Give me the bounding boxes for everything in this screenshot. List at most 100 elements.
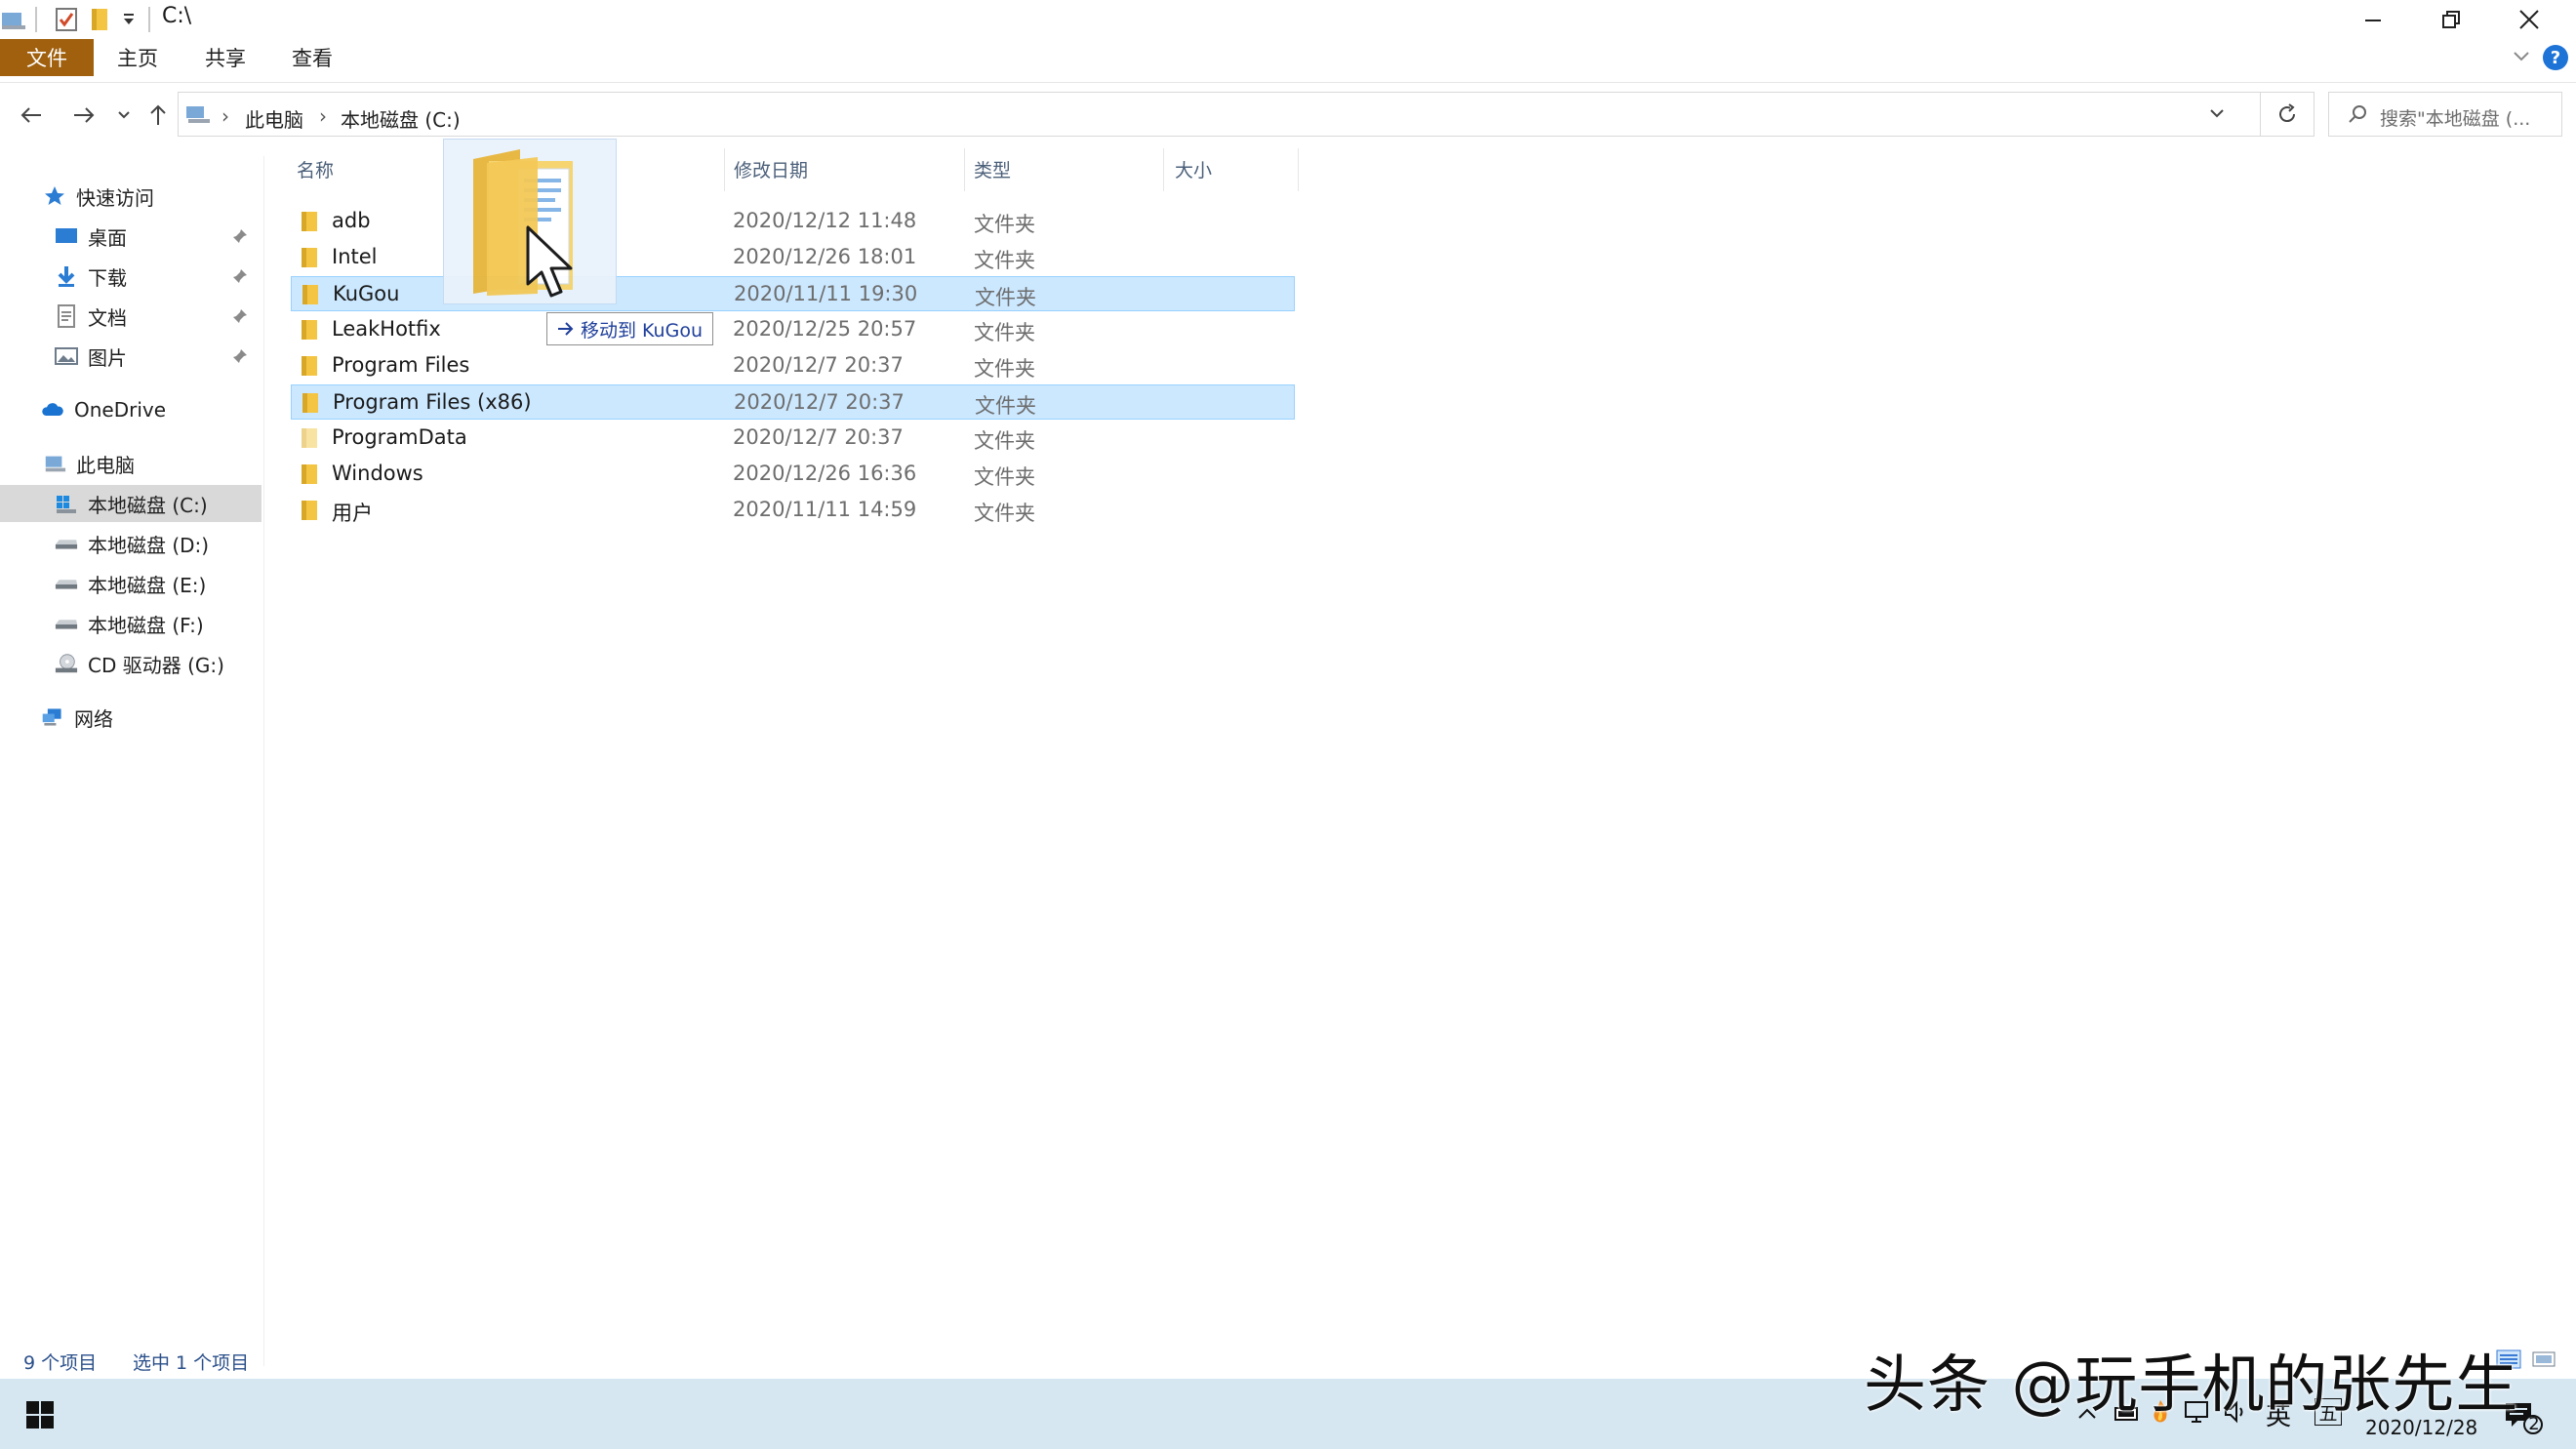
file-row[interactable]: 用户 2020/11/11 14:59 文件夹 [291, 493, 1295, 528]
column-header-date[interactable]: 修改日期 [734, 156, 808, 185]
customize-toolbar-icon[interactable] [121, 12, 137, 27]
file-row[interactable]: adb 2020/12/12 11:48 文件夹 [291, 204, 1295, 239]
file-row-selected[interactable]: Program Files (x86) 2020/12/7 20:37 文件夹 [291, 384, 1295, 420]
file-row[interactable]: Program Files 2020/12/7 20:37 文件夹 [291, 348, 1295, 383]
nav-local-disk-c[interactable]: 本地磁盘 (C:) [0, 485, 262, 522]
file-date: 2020/12/7 20:37 [733, 353, 904, 377]
file-date: 2020/12/26 18:01 [733, 245, 917, 268]
desktop-icon [55, 224, 78, 248]
pin-icon [232, 268, 248, 284]
column-divider[interactable] [724, 148, 725, 191]
breadcrumb-separator: › [319, 104, 327, 128]
explorer-app-icon[interactable] [0, 8, 27, 31]
nav-cd-drive-g[interactable]: CD 驱动器 (G:) [0, 645, 262, 682]
nav-network[interactable]: 网络 [0, 699, 262, 736]
nav-local-disk-e[interactable]: 本地磁盘 (E:) [0, 565, 262, 602]
nav-label: 下载 [88, 265, 127, 290]
large-icons-view-button[interactable] [2531, 1348, 2556, 1370]
search-box[interactable]: 搜索"本地磁盘 (... [2328, 92, 2562, 137]
folder-icon [302, 501, 317, 520]
nav-label: 本地磁盘 (D:) [88, 533, 210, 557]
file-type: 文件夹 [974, 249, 1035, 272]
nav-quick-access[interactable]: 快速访问 [0, 178, 262, 215]
address-bar[interactable]: › 此电脑 › 本地磁盘 (C:) [178, 92, 2314, 137]
new-folder-icon[interactable] [90, 7, 109, 32]
watermark-text: 头条 @玩手机的张先生 [1864, 1349, 2519, 1422]
windows-logo-icon [26, 1401, 54, 1429]
nav-label: 此电脑 [76, 453, 135, 477]
forward-button[interactable] [62, 96, 105, 135]
star-icon [43, 184, 66, 208]
nav-desktop[interactable]: 桌面 [0, 218, 262, 255]
file-date: 2020/11/11 14:59 [733, 498, 917, 521]
file-date: 2020/12/7 20:37 [733, 425, 904, 449]
folder-icon [302, 393, 318, 413]
nav-local-disk-d[interactable]: 本地磁盘 (D:) [0, 525, 262, 562]
nav-documents[interactable]: 文档 [0, 298, 262, 335]
cd-drive-icon [55, 652, 78, 675]
file-type: 文件夹 [974, 357, 1035, 381]
help-button[interactable]: ? [2543, 45, 2568, 70]
nav-label: OneDrive [74, 398, 167, 422]
pin-icon [232, 308, 248, 324]
tab-share[interactable]: 共享 [191, 39, 260, 76]
nav-local-disk-f[interactable]: 本地磁盘 (F:) [0, 605, 262, 642]
expand-ribbon-button[interactable] [2512, 49, 2531, 64]
restore-button[interactable] [2412, 0, 2490, 39]
tab-view[interactable]: 查看 [278, 39, 346, 76]
close-button[interactable] [2490, 0, 2568, 39]
file-row[interactable]: ProgramData 2020/12/7 20:37 文件夹 [291, 421, 1295, 456]
file-type: 文件夹 [975, 286, 1036, 309]
nav-downloads[interactable]: 下载 [0, 258, 262, 295]
nav-this-pc[interactable]: 此电脑 [0, 445, 262, 482]
arrow-up-icon [150, 104, 166, 125]
folder-icon [302, 212, 317, 231]
recent-locations-button[interactable] [107, 96, 141, 135]
drag-move-tooltip: 移动到 KuGou [546, 312, 713, 345]
breadcrumb-this-pc[interactable]: 此电脑 [245, 104, 303, 133]
nav-onedrive[interactable]: OneDrive [0, 391, 262, 428]
search-placeholder: 搜索"本地磁盘 (... [2380, 108, 2531, 130]
column-divider[interactable] [964, 148, 965, 191]
column-header-size[interactable]: 大小 [1175, 156, 1212, 185]
nav-label: 本地磁盘 (F:) [88, 613, 204, 637]
nav-pictures[interactable]: 图片 [0, 338, 262, 375]
file-row-drop-target[interactable]: KuGou 2020/11/11 19:30 文件夹 [291, 276, 1295, 311]
refresh-button[interactable] [2260, 92, 2314, 137]
file-row[interactable]: LeakHotfix 2020/12/25 20:57 文件夹 [291, 312, 1295, 347]
breadcrumb-local-disk-c[interactable]: 本地磁盘 (C:) [341, 104, 461, 133]
file-date: 2020/12/25 20:57 [733, 317, 917, 341]
computer-icon [43, 452, 66, 475]
file-name: 用户 [332, 502, 373, 525]
properties-icon[interactable] [55, 7, 78, 32]
folder-icon [302, 285, 318, 304]
arrow-right-icon [74, 107, 95, 123]
pin-icon [232, 348, 248, 364]
file-row[interactable]: Windows 2020/12/26 16:36 文件夹 [291, 457, 1295, 492]
computer-icon [184, 102, 212, 126]
tab-home[interactable]: 主页 [103, 39, 172, 76]
minimize-button[interactable] [2334, 0, 2412, 39]
file-date: 2020/12/12 11:48 [733, 209, 917, 232]
tab-file[interactable]: 文件 [0, 39, 94, 76]
address-history-button[interactable] [2208, 106, 2226, 122]
large-icons-view-icon [2532, 1351, 2556, 1367]
file-type: 文件夹 [974, 321, 1035, 344]
minimize-icon [2365, 20, 2381, 21]
file-row[interactable]: Intel 2020/12/26 18:01 文件夹 [291, 240, 1295, 275]
download-icon [55, 264, 78, 288]
column-header-name[interactable]: 名称 [297, 156, 334, 185]
drag-tooltip-text: 移动到 KuGou [581, 319, 703, 342]
start-button[interactable] [25, 1400, 55, 1429]
column-divider[interactable] [1163, 148, 1164, 191]
pin-icon [232, 228, 248, 244]
up-button[interactable] [137, 96, 180, 135]
column-header-type[interactable]: 类型 [974, 156, 1011, 185]
folder-icon [302, 356, 317, 376]
drive-icon [55, 612, 78, 635]
window-title: C:\ [162, 4, 192, 28]
file-name: KuGou [333, 282, 400, 305]
cursor-arrow-icon [526, 225, 573, 298]
column-divider[interactable] [1298, 148, 1299, 191]
back-button[interactable] [10, 96, 53, 135]
